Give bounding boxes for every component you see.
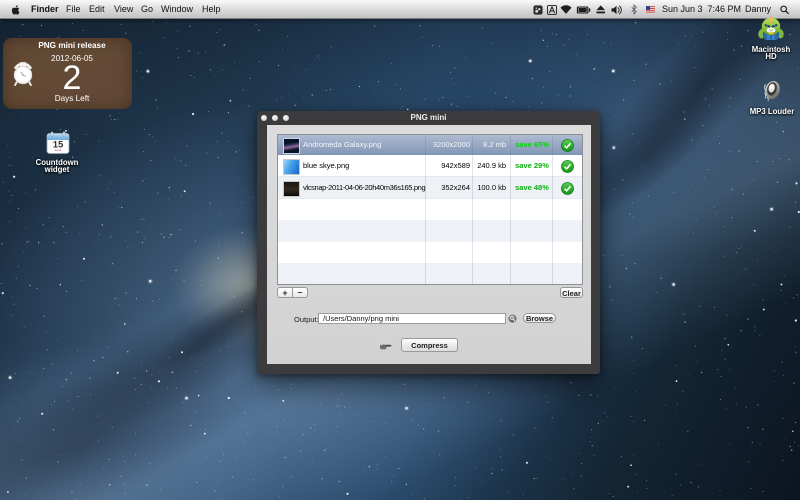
svg-text:June: June [55, 148, 62, 152]
